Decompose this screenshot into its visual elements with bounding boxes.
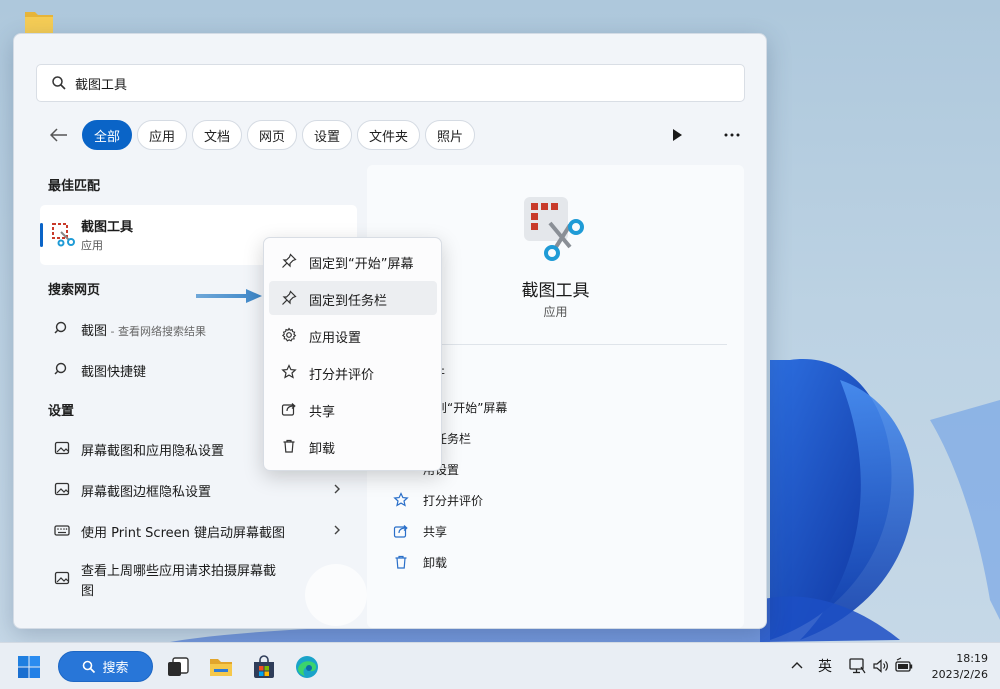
- filter-row: 全部 应用 文档 网页 设置 文件夹 照片: [44, 120, 744, 150]
- detail-action-label: 打分并评价: [423, 494, 484, 508]
- decorative-blob: [305, 564, 367, 626]
- arrow-left-icon: [50, 128, 67, 142]
- search-icon: [83, 660, 96, 673]
- share-icon: [281, 403, 296, 416]
- settings-result-label: 使用 Print Screen 键启动屏幕截图: [81, 526, 285, 541]
- web-result-suffix: - 查看网络搜索结果: [107, 325, 206, 338]
- menu-item-share[interactable]: 共享: [269, 392, 437, 426]
- battery-icon[interactable]: [894, 657, 914, 675]
- web-result-label: 截图: [81, 324, 108, 339]
- back-button[interactable]: [48, 124, 70, 146]
- context-menu: 固定到“开始”屏幕 固定到任务栏 应用设置 打分并评价 共享 卸载: [263, 237, 442, 471]
- windows-start-icon[interactable]: [16, 654, 42, 680]
- arrow-right-icon: [196, 289, 262, 303]
- search-icon: [54, 321, 67, 334]
- detail-action-rate[interactable]: 打分并评价: [389, 488, 689, 512]
- tab-photos[interactable]: 照片: [425, 120, 475, 150]
- menu-item-pin-to-taskbar[interactable]: 固定到任务栏: [269, 281, 437, 315]
- search-icon: [52, 76, 66, 90]
- snipping-tool-icon: [52, 223, 75, 247]
- network-icon[interactable]: [848, 657, 866, 675]
- gear-icon: [281, 327, 297, 342]
- desktop-folder-icon[interactable]: [24, 8, 54, 34]
- clock-date: 2023/2/26: [931, 668, 988, 681]
- search-box[interactable]: [36, 64, 745, 102]
- image-icon: [54, 571, 70, 585]
- clock[interactable]: 18:19 2023/2/26: [926, 651, 988, 683]
- tab-apps[interactable]: 应用: [137, 120, 187, 150]
- tab-all[interactable]: 全部: [82, 120, 132, 150]
- tab-documents[interactable]: 文档: [192, 120, 242, 150]
- pin-icon: [282, 290, 297, 305]
- detail-action-label: 卸载: [423, 556, 448, 570]
- pin-icon: [282, 253, 297, 268]
- tab-settings[interactable]: 设置: [302, 120, 352, 150]
- menu-item-rate-review[interactable]: 打分并评价: [269, 355, 437, 389]
- image-icon: [54, 441, 70, 455]
- clock-time: 18:19: [956, 652, 988, 665]
- menu-item-label: 卸载: [309, 442, 336, 457]
- trash-icon: [395, 555, 407, 569]
- settings-result-label: 屏幕截图边框隐私设置: [81, 485, 212, 500]
- menu-item-label: 共享: [309, 405, 336, 420]
- trash-icon: [283, 439, 295, 453]
- settings-result-label: 屏幕截图和应用隐私设置: [81, 444, 225, 459]
- file-explorer-icon[interactable]: [208, 654, 234, 680]
- detail-action-share[interactable]: 共享: [389, 519, 689, 543]
- star-rate-icon: [281, 364, 297, 379]
- settings-result-label: 查看上周哪些应用请求拍摄屏幕截: [81, 564, 277, 579]
- settings-result-label-continued: 图: [81, 584, 95, 599]
- more-options-icon[interactable]: [722, 126, 742, 144]
- section-heading-settings: 设置: [48, 404, 75, 419]
- star-rate-icon: [393, 492, 409, 507]
- tab-web[interactable]: 网页: [247, 120, 297, 150]
- taskbar-search-button[interactable]: 搜索: [58, 651, 153, 682]
- menu-item-label: 应用设置: [309, 331, 362, 346]
- menu-item-app-settings[interactable]: 应用设置: [269, 318, 437, 352]
- image-icon: [54, 482, 70, 496]
- menu-item-uninstall[interactable]: 卸载: [269, 429, 437, 463]
- tab-folders[interactable]: 文件夹: [357, 120, 420, 150]
- section-heading-best-match: 最佳匹配: [48, 179, 101, 194]
- microsoft-store-icon[interactable]: [251, 654, 277, 680]
- task-view-icon[interactable]: [165, 654, 191, 680]
- menu-item-label: 固定到“开始”屏幕: [309, 257, 414, 272]
- share-icon: [393, 525, 408, 538]
- menu-item-pin-to-start[interactable]: 固定到“开始”屏幕: [269, 244, 437, 278]
- section-heading-web-search: 搜索网页: [48, 283, 101, 298]
- taskbar: 搜索 英 18:19 2023/2/26: [0, 642, 1000, 689]
- edge-browser-icon[interactable]: [294, 654, 320, 680]
- detail-action-uninstall[interactable]: 卸载: [389, 550, 689, 574]
- taskbar-search-label: 搜索: [102, 661, 129, 676]
- settings-result-row[interactable]: 使用 Print Screen 键启动屏幕截图: [40, 513, 357, 547]
- chevron-up-icon[interactable]: [790, 659, 804, 673]
- snipping-tool-icon: [524, 197, 584, 261]
- input-method-indicator[interactable]: 英: [818, 656, 832, 676]
- volume-icon[interactable]: [872, 657, 890, 675]
- menu-item-label: 打分并评价: [309, 368, 375, 383]
- search-icon: [54, 362, 67, 375]
- chevron-right-icon[interactable]: [330, 523, 344, 537]
- detail-action-label: 共享: [423, 525, 448, 539]
- web-result-label: 截图快捷键: [81, 365, 147, 380]
- chevron-right-icon[interactable]: [330, 482, 344, 496]
- play-icon[interactable]: [668, 126, 686, 144]
- search-input[interactable]: [75, 75, 675, 91]
- best-match-subtitle: 应用: [81, 239, 103, 252]
- menu-item-label: 固定到任务栏: [309, 294, 388, 309]
- keyboard-icon: [54, 525, 70, 536]
- settings-result-row[interactable]: 屏幕截图边框隐私设置: [40, 472, 357, 506]
- best-match-title: 截图工具: [81, 220, 134, 235]
- selection-indicator: [40, 223, 43, 247]
